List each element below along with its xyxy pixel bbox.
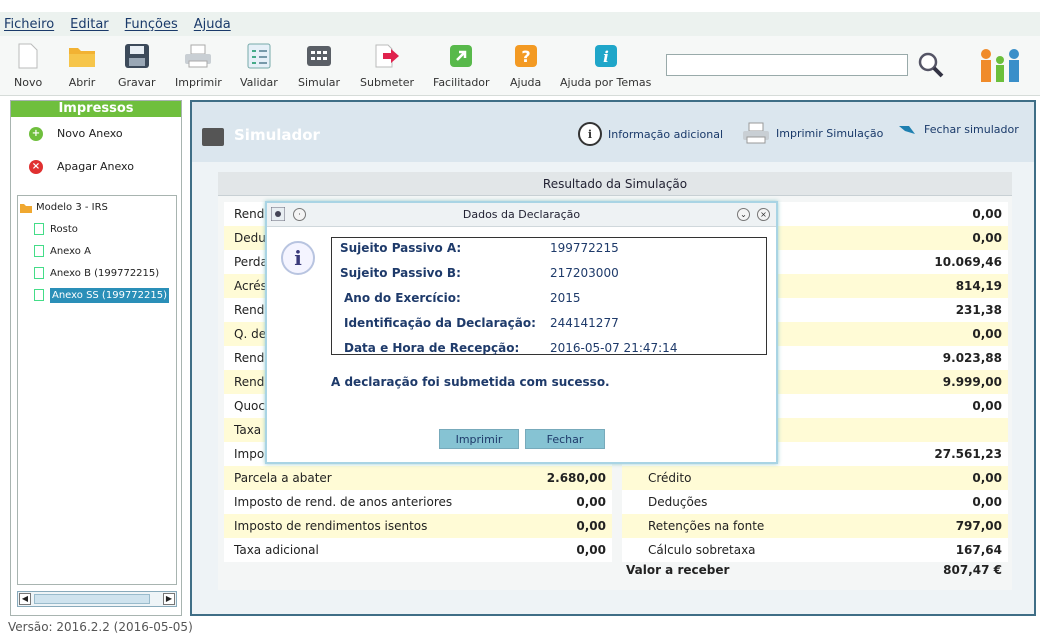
close-button[interactable]: Fechar (525, 429, 605, 449)
info-icon: i (578, 122, 602, 146)
menu-ficheiro[interactable]: Ficheiro (4, 17, 54, 32)
result-row-right: Crédito 0,00 (622, 466, 1008, 490)
tree-item-anexo-b[interactable]: Anexo B (199772215) (34, 264, 159, 282)
new-document-icon (14, 42, 42, 70)
version-label: Versão: 2016.2.2 (2016-05-05) (8, 620, 193, 634)
result-title: Resultado da Simulação (218, 172, 1012, 196)
menu-editar[interactable]: Editar (70, 17, 109, 32)
help-button[interactable]: ? Ajuda (510, 42, 541, 89)
menu-funcoes[interactable]: Funções (125, 17, 178, 32)
document-icon (34, 267, 44, 279)
search-icon[interactable] (916, 50, 946, 80)
new-button[interactable]: Novo (14, 42, 42, 89)
calculator-icon (305, 42, 333, 70)
forms-panel: Impressos + Novo Anexo × Apagar Anexo Mo… (10, 100, 182, 616)
facilitator-icon (447, 42, 475, 70)
open-button[interactable]: Abrir (68, 42, 96, 89)
folder-icon (68, 42, 96, 70)
tree-root[interactable]: Modelo 3 - IRS (20, 202, 108, 213)
save-icon (123, 42, 151, 70)
scroll-thumb[interactable] (34, 594, 150, 604)
printer-icon (743, 122, 769, 144)
document-icon (34, 289, 44, 301)
forms-panel-title: Impressos (11, 101, 181, 117)
menu-ajuda[interactable]: Ajuda (194, 17, 231, 32)
new-annex-button[interactable]: + Novo Anexo (11, 117, 181, 150)
delete-annex-button[interactable]: × Apagar Anexo (11, 150, 181, 183)
family-icon[interactable] (976, 46, 1026, 86)
result-row-left: Parcela a abater 2.680,00 (224, 466, 612, 490)
declaration-data-dialog: · Dados da Declaração ⌄ × i Sujeito Pass… (265, 201, 778, 464)
search-input[interactable] (666, 54, 908, 76)
dialog-menu-icon[interactable]: · (293, 208, 306, 221)
menu-bar: Ficheiro Editar Funções Ajuda (0, 12, 1040, 36)
scroll-right-arrow-icon[interactable]: ▶ (163, 593, 175, 605)
plus-icon: + (29, 126, 43, 141)
total-row: Valor a receber 807,47 € (626, 563, 1002, 577)
simulator-header: Simulador i Informação adicional Imprimi… (192, 102, 1034, 162)
close-icon[interactable]: × (757, 208, 770, 221)
print-simulation-button[interactable]: Imprimir Simulação (742, 122, 883, 144)
simulate-button[interactable]: Simular (298, 42, 340, 89)
forms-tree: Modelo 3 - IRS Rosto Anexo A Anexo B (19… (17, 195, 177, 585)
additional-info-button[interactable]: i Informação adicional (578, 122, 723, 146)
tree-item-anexo-ss[interactable]: Anexo SS (199772215) (34, 286, 169, 304)
question-icon: ? (512, 42, 540, 70)
result-row-left: Imposto de rend. de anos anteriores 0,00 (224, 490, 612, 514)
close-simulator-button[interactable]: Fechar simulador (898, 122, 1019, 136)
result-row-right: Deduções 0,00 (622, 490, 1008, 514)
result-row-left: Taxa adicional 0,00 (224, 538, 612, 562)
result-row-left: Imposto de rendimentos isentos 0,00 (224, 514, 612, 538)
close-arrow-icon (899, 126, 915, 134)
svg-text:?: ? (521, 47, 530, 66)
save-button[interactable]: Gravar (118, 42, 156, 89)
dialog-title-bar: · Dados da Declaração ⌄ × (267, 203, 776, 227)
scroll-left-arrow-icon[interactable]: ◀ (19, 593, 31, 605)
folder-icon (20, 203, 32, 213)
app-icon (271, 207, 285, 221)
info-icon: i (592, 42, 620, 70)
tree-item-rosto[interactable]: Rosto (34, 220, 78, 238)
dialog-title: Dados da Declaração (462, 208, 581, 221)
tree-item-anexo-a[interactable]: Anexo A (34, 242, 91, 260)
field-fiscal-year: Ano do Exercício: 2015 (344, 291, 581, 305)
delete-icon: × (29, 159, 43, 174)
result-row-right: Retenções na fonte 797,00 (622, 514, 1008, 538)
submit-arrow-icon (373, 42, 401, 70)
simulator-title: Simulador (234, 126, 320, 144)
field-declaration-id: Identificação da Declaração: 244141277 (344, 316, 619, 330)
tree-horizontal-scrollbar[interactable]: ◀ ▶ (17, 591, 177, 607)
field-subject-a: Sujeito Passivo A: 199772215 (340, 241, 619, 255)
success-message: A declaração foi submetida com sucesso. (331, 375, 610, 389)
document-icon (34, 245, 44, 257)
facilitator-button[interactable]: Facilitador (433, 42, 490, 89)
printer-icon (184, 42, 212, 70)
toolbar: Novo Abrir Gravar Imprimir Validar Simul… (0, 36, 1040, 96)
calculator-icon (202, 128, 224, 146)
help-by-topics-button[interactable]: i Ajuda por Temas (560, 42, 651, 89)
field-reception-datetime: Data e Hora de Recepção: 2016-05-07 21:4… (344, 341, 678, 355)
validate-button[interactable]: Validar (240, 42, 278, 89)
print-button[interactable]: Imprimir (175, 42, 222, 89)
checklist-icon (245, 42, 273, 70)
field-subject-b: Sujeito Passivo B: 217203000 (340, 266, 619, 280)
print-button[interactable]: Imprimir (439, 429, 519, 449)
declaration-details: Sujeito Passivo A: 199772215 Sujeito Pas… (331, 237, 767, 355)
submit-button[interactable]: Submeter (360, 42, 414, 89)
info-icon: i (281, 241, 315, 275)
document-icon (34, 223, 44, 235)
minimize-icon[interactable]: ⌄ (737, 208, 750, 221)
svg-text:i: i (603, 48, 609, 66)
